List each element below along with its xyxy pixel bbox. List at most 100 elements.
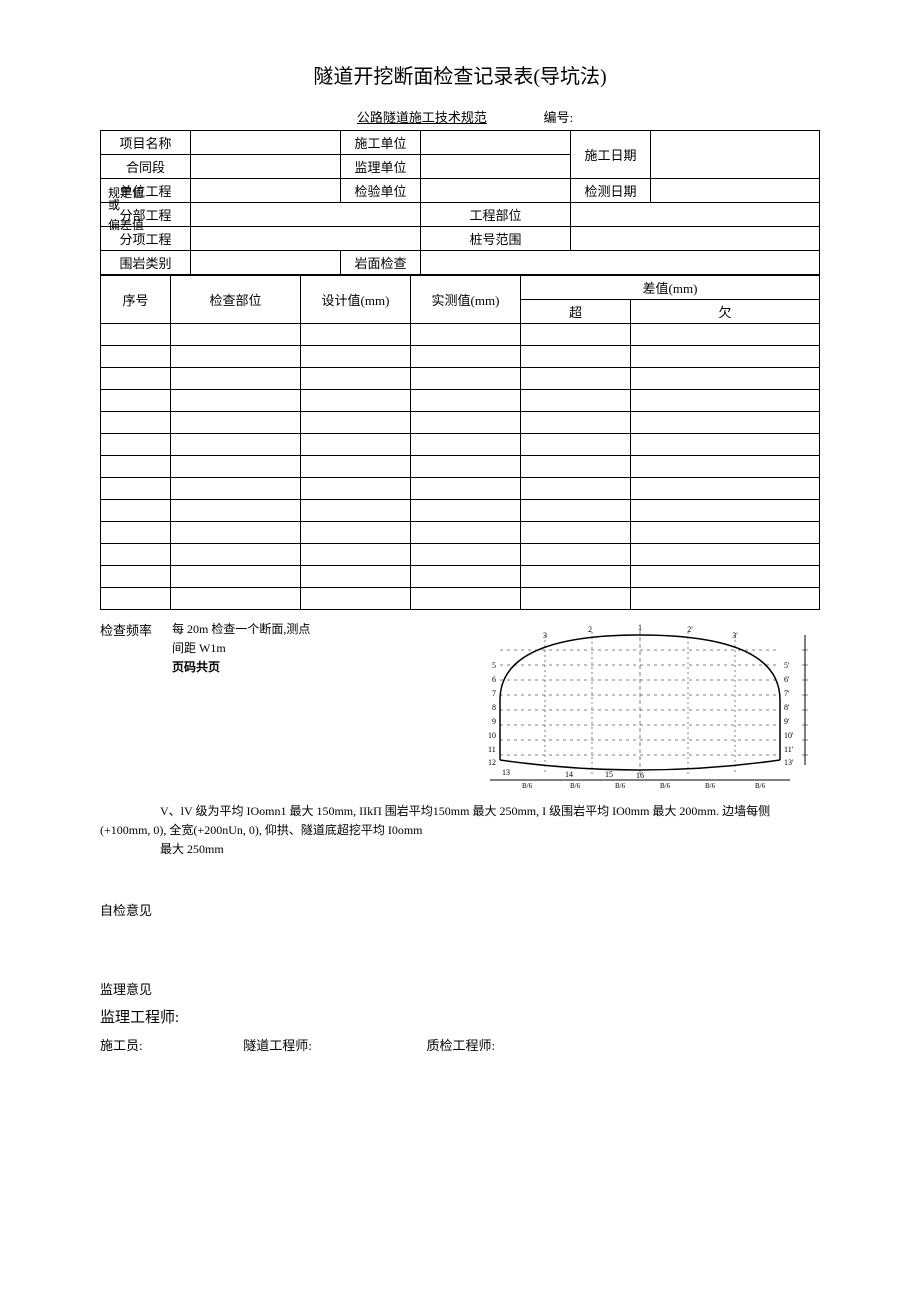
svg-text:9': 9' (784, 717, 790, 726)
table-row (101, 412, 820, 434)
page-label: 页码共页 (172, 658, 448, 677)
lbl-contract-section: 合同段 (101, 155, 191, 179)
col-design: 设计值(mm) (301, 276, 411, 324)
lbl-inspection-unit: 检验单位 (341, 179, 421, 203)
self-opinion: 自检意见 (100, 900, 820, 919)
val-rock-face[interactable] (421, 251, 820, 275)
freq-label: 检查频率 (100, 620, 160, 794)
svg-text:13: 13 (502, 768, 510, 777)
col-over: 超 (521, 300, 631, 324)
svg-text:3': 3' (732, 631, 738, 640)
table-row (101, 324, 820, 346)
svg-text:15: 15 (605, 770, 613, 779)
freq-line1: 每 20m 检查一个断面,测点 (172, 620, 448, 639)
sup-opinion: 监理意见 (100, 979, 820, 998)
svg-text:B/6: B/6 (705, 782, 716, 790)
val-inspection-unit[interactable] (421, 179, 571, 203)
val-construction-unit[interactable] (421, 131, 571, 155)
svg-text:16: 16 (636, 771, 644, 780)
hdr-row-3: 单位工程 检验单位 检测日期 (101, 179, 820, 203)
spec-line1: V、lV 级为平均 IOomn1 最大 150mm, IIkΠ 围岩平均150m… (100, 802, 820, 840)
col-part: 检查部位 (171, 276, 301, 324)
svg-text:13': 13' (784, 758, 794, 767)
spec-line2: 最大 250mm (100, 840, 820, 859)
val-project-part[interactable] (571, 203, 820, 227)
svg-text:2: 2 (588, 625, 592, 634)
freq-line2: 间距 W1m (172, 639, 448, 658)
signature-row: 施工员: 隧道工程师: 质检工程师: (100, 1035, 820, 1054)
table-row (101, 456, 820, 478)
col-header-1: 序号 检查部位 设计值(mm) 实测值(mm) 差值(mm) (101, 276, 820, 300)
col-seq: 序号 (101, 276, 171, 324)
col-diff: 差值(mm) (521, 276, 820, 300)
table-row (101, 588, 820, 610)
svg-text:2': 2' (687, 625, 693, 634)
table-row (101, 500, 820, 522)
val-item-project[interactable] (191, 227, 421, 251)
table-row (101, 390, 820, 412)
val-rock-type[interactable] (191, 251, 341, 275)
svg-text:12: 12 (488, 758, 496, 767)
svg-text:B/6: B/6 (660, 782, 671, 790)
svg-text:5': 5' (784, 661, 790, 670)
val-supervision-unit[interactable] (421, 155, 571, 179)
lbl-rock-face: 岩面检查 (341, 251, 421, 275)
val-contract-section[interactable] (191, 155, 341, 179)
svg-text:14: 14 (565, 770, 573, 779)
spec-name: 公路隧道施工技术规范 (347, 110, 497, 125)
page-title: 隧道开挖断面检查记录表(导坑法) (100, 60, 820, 89)
doc-number-label: 编号: (543, 110, 573, 125)
svg-text:10': 10' (784, 731, 794, 740)
hdr-row-5: 分项工程 桩号范围 (101, 227, 820, 251)
val-stake-range[interactable] (571, 227, 820, 251)
svg-text:B/6: B/6 (570, 782, 581, 790)
val-construction-date[interactable] (651, 131, 820, 179)
tunnel-section-diagram: 1 2 2' 3 3' 5 6 7 8 9 10 11 12 5' 6' 7' … (460, 620, 820, 790)
ov-or: 或 (108, 196, 120, 213)
lbl-project-name: 项目名称 (101, 131, 191, 155)
subtitle-row: 公路隧道施工技术规范 编号: (100, 107, 820, 126)
val-sub-project[interactable] (191, 203, 421, 227)
val-project-name[interactable] (191, 131, 341, 155)
sig-tunnel-engineer: 隧道工程师: (243, 1035, 423, 1054)
hdr-row-6: 围岩类别 岩面检查 (101, 251, 820, 275)
svg-text:11: 11 (488, 745, 496, 754)
svg-text:8: 8 (492, 703, 496, 712)
data-table: 序号 检查部位 设计值(mm) 实测值(mm) 差值(mm) 超 欠 (100, 275, 820, 610)
svg-text:10: 10 (488, 731, 496, 740)
header-table: 项目名称 施工单位 施工日期 合同段 监理单位 单位工程 检验单位 检测日期 分… (100, 130, 820, 275)
svg-text:6: 6 (492, 675, 496, 684)
sig-qc-engineer: 质检工程师: (427, 1035, 496, 1054)
freq-text: 每 20m 检查一个断面,测点 间距 W1m 页码共页 (172, 620, 448, 794)
col-under: 欠 (631, 300, 820, 324)
hdr-row-4: 分部工程 工程部位 (101, 203, 820, 227)
svg-text:7: 7 (492, 689, 496, 698)
svg-text:11': 11' (784, 745, 794, 754)
lbl-supervision-unit: 监理单位 (341, 155, 421, 179)
val-unit-project[interactable] (191, 179, 341, 203)
lbl-stake-range: 桩号范围 (421, 227, 571, 251)
svg-text:3: 3 (543, 631, 547, 640)
notes-section: 检查频率 每 20m 检查一个断面,测点 间距 W1m 页码共页 1 2 2' (100, 620, 820, 794)
lbl-rock-type: 围岩类别 (101, 251, 191, 275)
table-row (101, 522, 820, 544)
table-row (101, 544, 820, 566)
table-row (101, 434, 820, 456)
col-measured: 实测值(mm) (411, 276, 521, 324)
lbl-project-part: 工程部位 (421, 203, 571, 227)
svg-text:1: 1 (638, 623, 642, 632)
sup-engineer: 监理工程师: (100, 1006, 820, 1027)
svg-text:9: 9 (492, 717, 496, 726)
spec-text: V、lV 级为平均 IOomn1 最大 150mm, IIkΠ 围岩平均150m… (100, 802, 820, 860)
svg-text:5: 5 (492, 661, 496, 670)
ov-deviation: 偏差值 (108, 216, 144, 233)
svg-text:B/6: B/6 (615, 782, 626, 790)
svg-text:8': 8' (784, 703, 790, 712)
val-inspection-date[interactable] (651, 179, 820, 203)
sig-constructor: 施工员: (100, 1035, 240, 1054)
table-row (101, 478, 820, 500)
svg-text:B/6: B/6 (755, 782, 766, 790)
table-row (101, 346, 820, 368)
lbl-construction-date: 施工日期 (571, 131, 651, 179)
lbl-construction-unit: 施工单位 (341, 131, 421, 155)
